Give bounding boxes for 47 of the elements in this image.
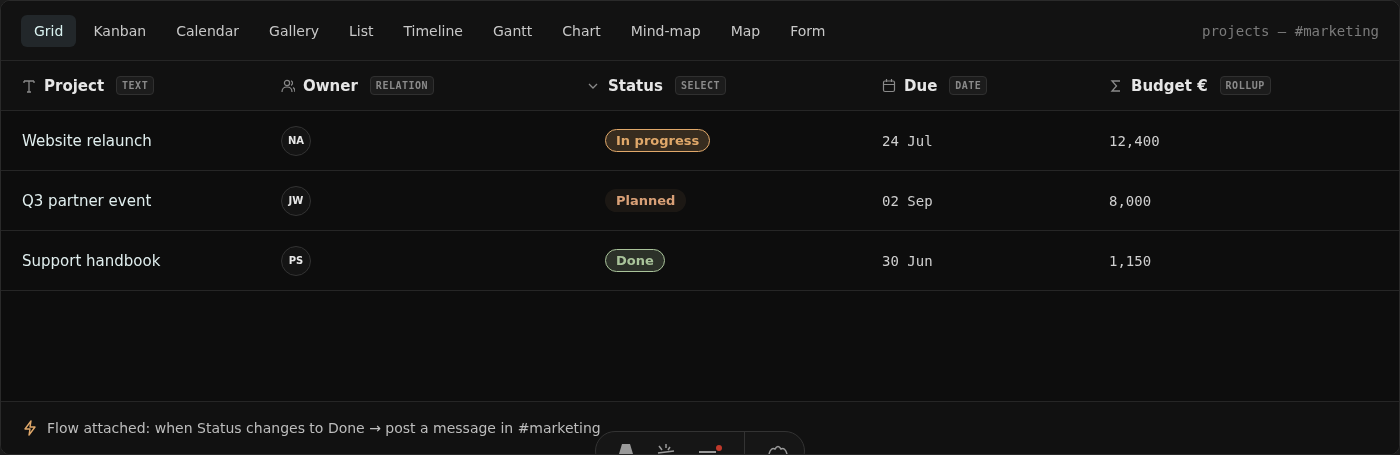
column-type-label: RELATION (369, 76, 435, 95)
status-tag: In progress (605, 129, 711, 152)
table-cell: 1,150 (1109, 252, 1152, 269)
view-tab[interactable]: Gallery (256, 14, 332, 47)
column-type-label: TEXT (116, 76, 155, 95)
owner-avatar: PS (281, 245, 311, 276)
table-cell: 30 Jun (882, 252, 933, 269)
column-header[interactable]: Project (44, 76, 105, 95)
shape-icon[interactable] (618, 444, 634, 454)
text-type-icon (22, 77, 36, 94)
owner-avatar: NA (281, 125, 311, 156)
people-icon (281, 77, 295, 94)
view-tab[interactable]: List (335, 14, 387, 47)
status-tag: Planned (605, 189, 687, 212)
view-tab[interactable]: Timeline (390, 14, 476, 47)
column-type-label: DATE (949, 76, 988, 95)
column-type-label: SELECT (674, 76, 726, 95)
line-icon[interactable] (698, 444, 722, 454)
table-cell: 24 Jul (882, 132, 933, 149)
table-cell: Website relaunch (22, 131, 152, 150)
view-tab[interactable]: Grid (21, 14, 77, 47)
sigma-icon (1109, 77, 1123, 94)
lightning-icon (23, 420, 37, 436)
view-tab[interactable]: Chart (549, 14, 614, 47)
column-type-label: ROLLUP (1219, 76, 1271, 95)
view-tab[interactable]: Mind-map (617, 14, 714, 47)
view-tab[interactable]: Kanban (80, 14, 160, 47)
table-cell: Q3 partner event (22, 191, 152, 210)
column-header[interactable]: Status (608, 76, 663, 95)
view-tab[interactable]: Form (777, 14, 839, 47)
status-tag: Done (605, 249, 665, 272)
table-cell: 12,400 (1109, 132, 1160, 149)
flow-status-text: Flow attached: when Status changes to Done → post a message in #marketing (47, 420, 601, 436)
table-cell: Support handbook (22, 251, 161, 270)
owner-avatar: JW (281, 185, 311, 216)
view-tab[interactable]: Gantt (479, 14, 546, 47)
table-cell: 8,000 (1109, 192, 1152, 209)
column-header[interactable]: Due (904, 76, 938, 95)
breadcrumb: projects — #marketing (1202, 22, 1379, 39)
calendar-icon (882, 77, 896, 94)
view-tab[interactable]: Calendar (163, 14, 253, 47)
cloud-icon[interactable] (767, 444, 789, 454)
column-header[interactable]: Budget € (1131, 76, 1208, 95)
table-cell: 02 Sep (882, 192, 933, 209)
view-tab[interactable]: Map (717, 14, 774, 47)
column-header[interactable]: Owner (303, 76, 358, 95)
sparkle-icon[interactable] (656, 444, 676, 454)
